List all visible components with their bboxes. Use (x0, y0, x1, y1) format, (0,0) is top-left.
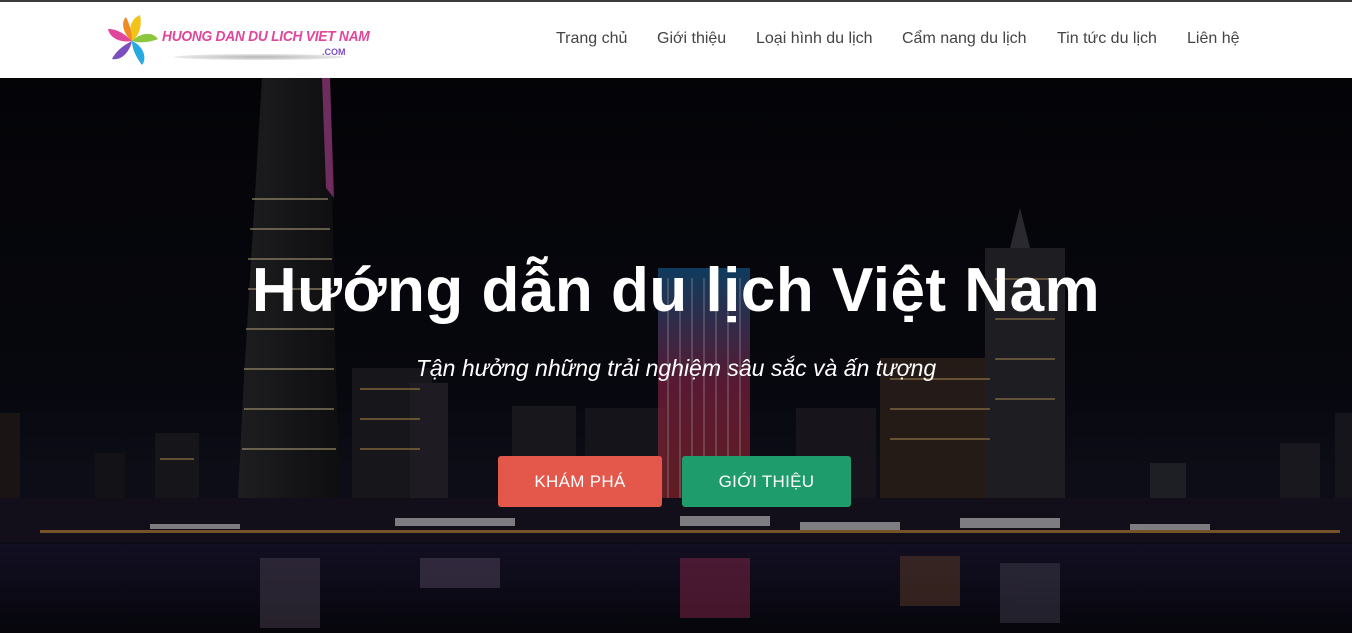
nav-item-trang-chu[interactable]: Trang chủ (556, 30, 627, 48)
site-header: HUONG DAN DU LICH VIET NAM .COM Trang ch… (0, 2, 1352, 78)
about-button[interactable]: GIỚI THIỆU (682, 456, 851, 507)
hero-title: Hướng dẫn du lịch Việt Nam (251, 256, 1101, 325)
nav-item-gioi-thieu[interactable]: Giới thiệu (657, 30, 726, 48)
main-nav: Trang chủ Giới thiệu Loại hình du lịch C… (0, 2, 1352, 78)
nav-item-cam-nang-du-lich[interactable]: Cẩm nang du lịch (902, 30, 1027, 48)
nav-item-tin-tuc-du-lich[interactable]: Tin tức du lịch (1057, 30, 1157, 48)
explore-button[interactable]: KHÁM PHÁ (498, 456, 662, 507)
hero-subtitle: Tận hưởng những trải nghiệm sâu sắc và ấ… (415, 355, 937, 381)
nav-item-lien-he[interactable]: Liên hệ (1187, 30, 1240, 48)
hero-section: Hướng dẫn du lịch Việt Nam Tận hưởng nhữ… (0, 78, 1352, 633)
nav-item-loai-hinh-du-lich[interactable]: Loại hình du lịch (756, 30, 873, 48)
